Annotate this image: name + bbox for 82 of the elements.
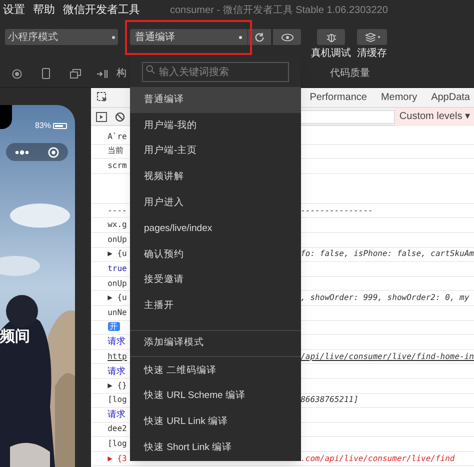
console-text: unNe: [108, 308, 127, 317]
console-text: .com/api/live/consumer/live/find: [300, 454, 455, 463]
console-text: [log: [108, 395, 127, 404]
menu-item[interactable]: 微信开发者工具: [63, 4, 140, 16]
debug-button[interactable]: [317, 29, 345, 45]
levels-select[interactable]: Custom levels ▾: [395, 108, 474, 126]
console-text: 开: [108, 322, 120, 332]
windows-icon[interactable]: [70, 68, 81, 78]
console-text: ---------------: [300, 206, 373, 215]
devtools-tab[interactable]: 构: [116, 66, 127, 81]
console-text: scrm: [108, 160, 127, 170]
console-text: fo: false, isPhone: false, cartSkuAm: [300, 250, 474, 258]
console-text: ----: [108, 206, 127, 215]
mode-select[interactable]: 小程序模式: [5, 29, 118, 45]
console-text[interactable]: /api/live/consumer/live/find-home-in: [300, 352, 474, 361]
menu-item[interactable]: 帮助: [33, 4, 55, 16]
console-text: [log: [108, 439, 127, 448]
console-text: 请求: [108, 336, 126, 346]
compile-option[interactable]: 接受邀请: [130, 268, 301, 294]
preview-button[interactable]: [273, 29, 301, 45]
console-text: 请求: [108, 366, 126, 376]
compile-option[interactable]: 用户进入: [130, 190, 301, 216]
caret-icon: [112, 36, 115, 38]
search-icon: [146, 64, 155, 74]
layers-icon: [364, 32, 376, 42]
refresh-icon: [254, 32, 265, 42]
console-text: ▶ {3: [108, 454, 127, 463]
battery-percent: 83%: [34, 120, 51, 132]
console-text: A`re: [108, 132, 127, 141]
capsule-button[interactable]: [6, 143, 68, 161]
quick-compile-option[interactable]: 快速 二维码编译: [130, 358, 301, 384]
window-title: consumer - 微信开发者工具 Stable 1.06.2303220: [170, 4, 388, 18]
debug-label: 真机调试: [311, 49, 351, 59]
dock-icon[interactable]: [96, 68, 108, 78]
clear-cache-button[interactable]: [357, 29, 387, 45]
console-text: ▶ {u: [108, 249, 127, 258]
quick-compile-option[interactable]: 快速 URL Link 编译: [130, 409, 301, 436]
sidebar-icon[interactable]: [96, 112, 107, 122]
compile-option[interactable]: 视频讲解: [130, 164, 301, 190]
record-icon[interactable]: [12, 68, 22, 78]
quick-compile-option[interactable]: 快速 Short Link 编译: [130, 435, 301, 461]
compile-option[interactable]: 确认预约: [130, 242, 301, 268]
menu-item[interactable]: 设置: [3, 4, 25, 16]
close-target-icon: [48, 146, 59, 158]
caret-icon: [239, 36, 242, 38]
search-field[interactable]: 输入关键词搜索: [142, 62, 289, 82]
inspect-icon[interactable]: [96, 92, 108, 103]
devtools-tab[interactable]: 代码质量: [330, 66, 370, 81]
eye-icon: [280, 32, 294, 42]
phone-icon[interactable]: [42, 68, 50, 79]
more-icon: [15, 150, 30, 154]
compile-option[interactable]: 用户端-我的: [130, 112, 301, 139]
compile-select[interactable]: 普通编译: [130, 29, 247, 45]
headline-text: 频间: [0, 329, 30, 344]
console-text: wx.g: [108, 220, 127, 230]
quick-compile-option[interactable]: 快速 URL Scheme 编译: [130, 384, 301, 410]
compile-option[interactable]: pages/live/index: [130, 216, 301, 242]
panel-tab[interactable]: Performance: [310, 90, 367, 105]
refresh-button[interactable]: [247, 29, 271, 45]
phone-notch: [0, 105, 12, 129]
console-text: 86638765211]: [300, 396, 358, 404]
compile-option[interactable]: 普通编译: [130, 86, 301, 113]
console-text: onUp: [108, 278, 127, 288]
panel-tab[interactable]: Memory: [380, 90, 418, 105]
console-text: dee2: [108, 424, 127, 434]
panel-tab[interactable]: AppData: [431, 90, 470, 105]
add-compile-mode[interactable]: 添加编译模式: [130, 336, 218, 350]
console-text: onUp: [108, 234, 127, 244]
console-text: true: [108, 264, 127, 273]
compile-option[interactable]: 主播开: [130, 293, 301, 320]
console-text: , showOrder: 999, showOrder2: 0, my: [300, 294, 470, 302]
compile-option[interactable]: 用户端-主页: [130, 138, 301, 164]
clear-console-icon[interactable]: [114, 112, 125, 122]
caret-icon: [378, 36, 380, 38]
console-text[interactable]: http: [108, 352, 127, 361]
bug-icon: [326, 32, 336, 42]
console-text: 当前: [108, 146, 124, 156]
console-text: ▶ {u: [108, 293, 127, 302]
console-text: 请求: [108, 409, 126, 420]
cache-label: 清缓存: [357, 49, 387, 59]
battery-icon: [53, 123, 67, 129]
console-text: ▶ {}: [108, 380, 127, 390]
